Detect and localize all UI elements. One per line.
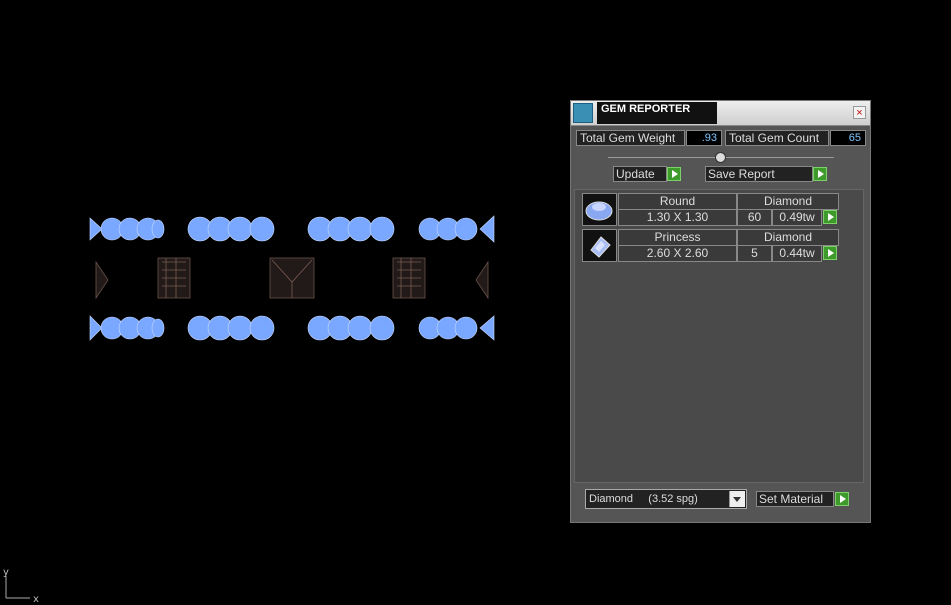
save-report-go-arrow-icon[interactable] bbox=[813, 167, 827, 181]
gem-weight: 0.44tw bbox=[772, 245, 822, 262]
gem-weight: 0.49tw bbox=[772, 209, 822, 226]
total-weight-value: .93 bbox=[686, 130, 722, 146]
update-button[interactable]: Update bbox=[613, 166, 667, 182]
save-report-button[interactable]: Save Report bbox=[705, 166, 813, 182]
gem-cluster-top-3 bbox=[307, 216, 395, 242]
gem-cluster-top-1 bbox=[89, 217, 165, 241]
update-go-arrow-icon[interactable] bbox=[667, 167, 681, 181]
total-count-value: 65 bbox=[830, 130, 866, 146]
gem-count: 60 bbox=[737, 209, 772, 226]
gem-reporter-panel: GEM REPORTER × Total Gem Weight .93 Tota… bbox=[570, 100, 871, 523]
gem-cluster-bottom-2 bbox=[187, 315, 275, 341]
material-select-value: Diamond (3.52 spg) bbox=[589, 493, 698, 505]
gem-list: Round Diamond 1.30 X 1.30 60 0.49tw Prin… bbox=[574, 189, 864, 483]
panel-title: GEM REPORTER bbox=[597, 102, 717, 124]
total-count-label: Total Gem Count bbox=[725, 130, 829, 146]
material-select[interactable]: Diamond (3.52 spg) bbox=[585, 489, 747, 509]
gem-row-princess[interactable]: Princess Diamond 2.60 X 2.60 5 0.44tw bbox=[582, 229, 839, 262]
axis-x-label: x bbox=[33, 594, 39, 605]
princess-gem-icon bbox=[582, 229, 617, 262]
gem-cluster-top-4 bbox=[418, 215, 495, 243]
gem-size: 1.30 X 1.30 bbox=[618, 209, 737, 226]
gem-cluster-bottom-1 bbox=[89, 315, 165, 341]
gem-size: 2.60 X 2.60 bbox=[618, 245, 737, 262]
axis-y-label: y bbox=[3, 567, 9, 578]
gem-cluster-top-2 bbox=[187, 216, 275, 242]
gem-cluster-bottom-4 bbox=[418, 315, 495, 341]
set-material-go-arrow-icon[interactable] bbox=[835, 492, 849, 506]
setting-right bbox=[475, 260, 489, 300]
gem-shape: Round bbox=[618, 193, 737, 210]
gem-material: Diamond bbox=[737, 193, 839, 210]
gem-material: Diamond bbox=[737, 229, 839, 246]
gem-count: 5 bbox=[737, 245, 772, 262]
gem-reporter-app-icon bbox=[573, 103, 593, 123]
title-bar[interactable]: GEM REPORTER × bbox=[571, 101, 870, 126]
gem-cluster-bottom-3 bbox=[307, 315, 395, 341]
gem-shape: Princess bbox=[618, 229, 737, 246]
setting-left bbox=[95, 260, 109, 300]
gem-go-arrow-icon[interactable] bbox=[823, 246, 837, 260]
dropdown-arrow-icon[interactable] bbox=[729, 491, 745, 507]
gem-row-round[interactable]: Round Diamond 1.30 X 1.30 60 0.49tw bbox=[582, 193, 839, 226]
round-gem-icon bbox=[582, 193, 617, 226]
total-weight-label: Total Gem Weight bbox=[576, 130, 685, 146]
gem-go-arrow-icon[interactable] bbox=[823, 210, 837, 224]
close-icon[interactable]: × bbox=[853, 106, 866, 119]
set-material-button[interactable]: Set Material bbox=[756, 491, 834, 507]
slider-knob[interactable] bbox=[715, 152, 726, 163]
